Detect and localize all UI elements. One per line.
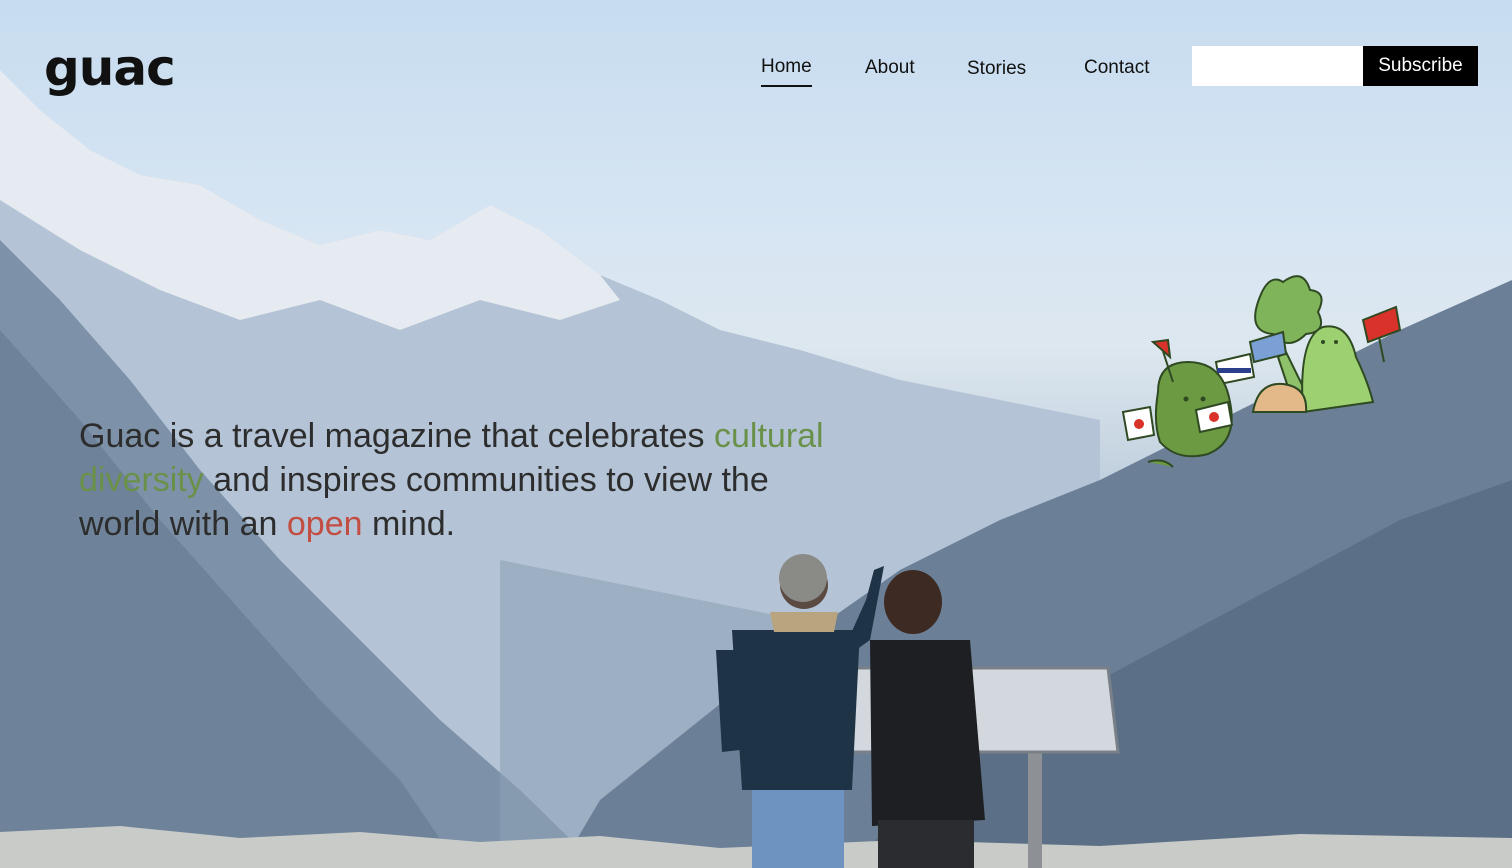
subscribe-email-input[interactable] bbox=[1192, 46, 1364, 86]
nav-home-link[interactable]: Home bbox=[761, 56, 812, 87]
vegetable-mascots-illustration bbox=[1121, 275, 1402, 468]
tagline-highlight-open: open bbox=[286, 505, 363, 543]
nav-about-link[interactable]: About bbox=[865, 57, 915, 86]
tagline-text: Guac is a travel magazine that celebrate… bbox=[79, 417, 714, 455]
nav-contact-link[interactable]: Contact bbox=[1084, 57, 1149, 86]
hero-tagline: Guac is a travel magazine that celebrate… bbox=[79, 414, 859, 546]
subscribe-button[interactable]: Subscribe bbox=[1363, 46, 1478, 86]
hero-section: guac Home About Stories Contact Subscrib… bbox=[0, 0, 1512, 868]
nav-stories-link[interactable]: Stories bbox=[967, 58, 1026, 87]
tagline-text: mind. bbox=[362, 505, 456, 543]
